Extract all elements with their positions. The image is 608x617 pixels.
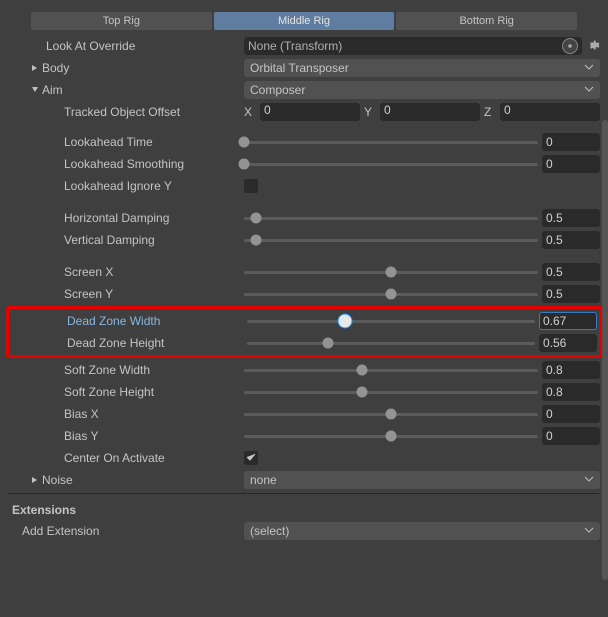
soft-zone-width-label: Soft Zone Width	[64, 363, 150, 377]
lookahead-ignore-y-label: Lookahead Ignore Y	[64, 179, 172, 193]
dead-zone-height-slider[interactable]	[247, 334, 535, 352]
x-axis-label: X	[244, 105, 256, 119]
aim-dropdown[interactable]: Composer	[244, 81, 600, 99]
noise-dropdown[interactable]: none	[244, 471, 600, 489]
horizontal-damping-slider[interactable]	[244, 209, 538, 227]
z-axis-label: Z	[484, 105, 496, 119]
bias-x-label: Bias X	[64, 407, 99, 421]
soft-zone-height-slider[interactable]	[244, 383, 538, 401]
dead-zone-width-label: Dead Zone Width	[67, 314, 160, 328]
tab-bottom-rig[interactable]: Bottom Rig	[396, 12, 577, 30]
look-at-override-label: Look At Override	[46, 39, 135, 53]
lookahead-ignore-y-checkbox[interactable]	[244, 179, 258, 193]
add-extension-dropdown[interactable]: (select)	[244, 522, 600, 540]
object-picker-icon[interactable]	[562, 38, 578, 54]
bias-y-value[interactable]: 0	[542, 427, 600, 445]
screen-y-slider[interactable]	[244, 285, 538, 303]
horizontal-damping-value[interactable]: 0.5	[542, 209, 600, 227]
chevron-down-icon	[584, 83, 594, 97]
tracked-offset-x[interactable]: 0	[260, 103, 360, 121]
tab-middle-rig[interactable]: Middle Rig	[214, 12, 395, 30]
tracked-offset-z[interactable]: 0	[500, 103, 600, 121]
look-at-override-field[interactable]: None (Transform)	[244, 37, 582, 55]
lookahead-time-slider[interactable]	[244, 133, 538, 151]
vertical-damping-value[interactable]: 0.5	[542, 231, 600, 249]
gear-icon[interactable]	[586, 38, 600, 55]
soft-zone-height-label: Soft Zone Height	[64, 385, 154, 399]
foldout-body[interactable]	[30, 63, 40, 73]
dead-zone-height-label: Dead Zone Height	[67, 336, 164, 350]
body-label: Body	[42, 61, 69, 75]
foldout-noise[interactable]	[30, 475, 40, 485]
soft-zone-width-slider[interactable]	[244, 361, 538, 379]
tracked-object-offset-label: Tracked Object Offset	[64, 105, 180, 119]
bias-y-slider[interactable]	[244, 427, 538, 445]
lookahead-smoothing-label: Lookahead Smoothing	[64, 157, 184, 171]
aim-label: Aim	[42, 83, 63, 97]
tab-top-rig[interactable]: Top Rig	[31, 12, 212, 30]
soft-zone-width-value[interactable]: 0.8	[542, 361, 600, 379]
center-on-activate-label: Center On Activate	[64, 451, 165, 465]
dead-zone-width-slider[interactable]	[247, 312, 535, 330]
y-axis-label: Y	[364, 105, 376, 119]
vertical-damping-label: Vertical Damping	[64, 233, 155, 247]
lookahead-smoothing-value[interactable]: 0	[542, 155, 600, 173]
chevron-down-icon	[584, 524, 594, 538]
add-extension-label: Add Extension	[22, 524, 99, 538]
body-dropdown[interactable]: Orbital Transposer	[244, 59, 600, 77]
rig-tabs: Top Rig Middle Rig Bottom Rig	[30, 12, 578, 30]
foldout-aim[interactable]	[30, 85, 40, 95]
horizontal-damping-label: Horizontal Damping	[64, 211, 169, 225]
lookahead-smoothing-slider[interactable]	[244, 155, 538, 173]
vertical-damping-slider[interactable]	[244, 231, 538, 249]
screen-x-value[interactable]: 0.5	[542, 263, 600, 281]
center-on-activate-checkbox[interactable]	[244, 451, 258, 465]
screen-y-value[interactable]: 0.5	[542, 285, 600, 303]
screen-y-label: Screen Y	[64, 287, 113, 301]
screen-x-label: Screen X	[64, 265, 113, 279]
screen-x-slider[interactable]	[244, 263, 538, 281]
lookahead-time-label: Lookahead Time	[64, 135, 153, 149]
bias-y-label: Bias Y	[64, 429, 98, 443]
chevron-down-icon	[584, 61, 594, 75]
extensions-header: Extensions	[8, 497, 600, 519]
scrollbar[interactable]	[602, 120, 608, 580]
bias-x-slider[interactable]	[244, 405, 538, 423]
lookahead-time-value[interactable]: 0	[542, 133, 600, 151]
check-icon	[245, 451, 257, 466]
chevron-down-icon	[584, 473, 594, 487]
highlight-box: Dead Zone Width 0.67 Dead Zone Height 0.…	[6, 306, 602, 358]
dead-zone-height-value[interactable]: 0.56	[539, 334, 597, 352]
dead-zone-width-value[interactable]: 0.67	[539, 312, 597, 330]
bias-x-value[interactable]: 0	[542, 405, 600, 423]
soft-zone-height-value[interactable]: 0.8	[542, 383, 600, 401]
tracked-offset-y[interactable]: 0	[380, 103, 480, 121]
noise-label: Noise	[42, 473, 73, 487]
